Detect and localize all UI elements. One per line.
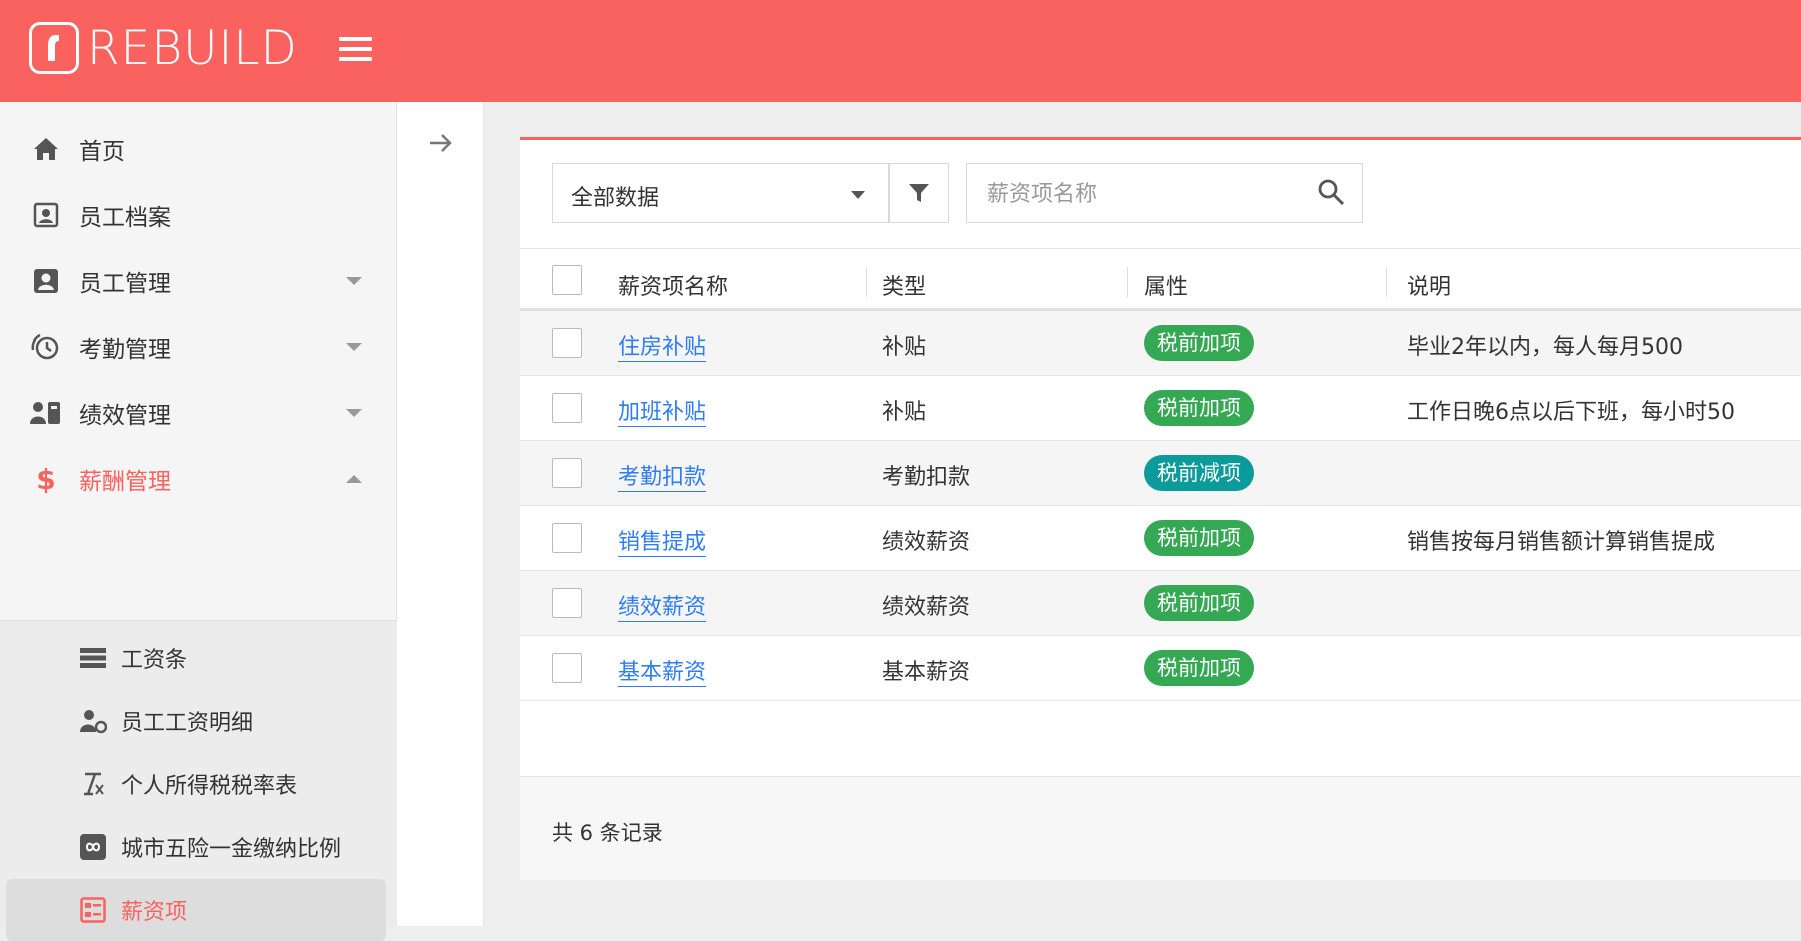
sidebar-item-label: 薪酬管理 xyxy=(79,469,171,495)
row-checkbox[interactable] xyxy=(552,653,582,683)
subitem-insurance-ratio[interactable]: 城市五险一金缴纳比例 xyxy=(0,816,397,878)
type-cell: 考勤扣款 xyxy=(882,465,971,490)
brand-name: REBUILD xyxy=(87,20,298,76)
formula-icon xyxy=(78,769,108,799)
table-row[interactable]: 考勤扣款 考勤扣款 税前减项 xyxy=(520,441,1801,506)
subitem-payslip[interactable]: 工资条 xyxy=(0,627,397,689)
main-panel: 全部数据 薪资项名称 类型 属性 说明 住房补贴 补贴 税前加 xyxy=(520,137,1801,880)
column-header-attribute[interactable]: 属性 xyxy=(1144,269,1188,301)
subitem-label: 工资条 xyxy=(121,648,188,673)
attribute-badge: 税前加项 xyxy=(1144,585,1254,621)
filter-icon xyxy=(909,184,929,202)
sidebar-item-salary[interactable]: $ 薪酬管理 xyxy=(0,446,397,512)
table-row[interactable]: 基本薪资 基本薪资 税前加项 xyxy=(520,636,1801,701)
subitem-label: 城市五险一金缴纳比例 xyxy=(121,837,342,862)
sidebar-item-employee-archive[interactable]: 员工档案 xyxy=(0,182,397,248)
secondary-nav-strip xyxy=(397,102,484,926)
user-gear-icon xyxy=(78,706,108,736)
brand-logo[interactable]: REBUILD xyxy=(29,20,298,76)
row-checkbox[interactable] xyxy=(552,393,582,423)
chevron-up-icon xyxy=(346,475,362,483)
column-header-type[interactable]: 类型 xyxy=(882,269,926,301)
subitem-salary-details[interactable]: 员工工资明细 xyxy=(0,690,397,752)
chevron-down-icon xyxy=(346,277,362,285)
subitem-label: 个人所得税税率表 xyxy=(121,774,298,799)
sidebar-item-performance[interactable]: 绩效管理 xyxy=(0,380,397,446)
data-filter-value: 全部数据 xyxy=(571,186,660,211)
data-filter-select[interactable]: 全部数据 xyxy=(552,163,889,223)
type-cell: 补贴 xyxy=(882,335,927,360)
column-divider[interactable] xyxy=(866,267,867,297)
chevron-down-icon xyxy=(346,409,362,417)
top-header: REBUILD xyxy=(0,0,1801,102)
attribute-badge: 税前减项 xyxy=(1144,455,1254,491)
column-header-name[interactable]: 薪资项名称 xyxy=(618,269,728,301)
home-icon xyxy=(30,133,62,165)
record-count: 共 6 条记录 xyxy=(552,821,663,845)
sidebar-item-label: 首页 xyxy=(79,139,125,165)
list-icon xyxy=(78,643,108,673)
id-card-icon xyxy=(30,199,62,231)
sidebar: 首页 员工档案 员工管理 考勤管理 绩效管理 $ 薪酬管理 工资条 员工工资明细… xyxy=(0,102,397,941)
column-header-description[interactable]: 说明 xyxy=(1407,269,1451,301)
type-cell: 基本薪资 xyxy=(882,660,971,685)
select-all-checkbox[interactable] xyxy=(552,265,582,295)
salary-item-link[interactable]: 绩效薪资 xyxy=(618,595,707,622)
sidebar-item-label: 考勤管理 xyxy=(79,337,171,363)
subitem-label: 员工工资明细 xyxy=(121,711,254,736)
salary-item-link[interactable]: 考勤扣款 xyxy=(618,465,707,492)
alarm-clock-icon xyxy=(30,331,62,363)
row-checkbox[interactable] xyxy=(552,523,582,553)
salary-submenu: 工资条 员工工资明细 个人所得税税率表 城市五险一金缴纳比例 薪资项 xyxy=(0,620,397,941)
attribute-badge: 税前加项 xyxy=(1144,325,1254,361)
filter-button[interactable] xyxy=(889,163,949,223)
salary-item-link[interactable]: 销售提成 xyxy=(618,530,707,557)
table-row[interactable]: 住房补贴 补贴 税前加项 毕业2年以内，每人每月500 xyxy=(520,311,1801,376)
salary-item-link[interactable]: 加班补贴 xyxy=(618,400,707,427)
caret-down-icon xyxy=(851,191,865,199)
type-cell: 绩效薪资 xyxy=(882,530,971,555)
subitem-salary-items[interactable]: 薪资项 xyxy=(6,879,386,941)
column-divider[interactable] xyxy=(1386,267,1387,297)
table-footer: 共 6 条记录 xyxy=(520,776,1801,880)
description-cell: 销售按每月销售额计算销售提成 xyxy=(1407,530,1716,555)
form-icon xyxy=(78,895,108,925)
row-checkbox[interactable] xyxy=(552,458,582,488)
menu-toggle-icon[interactable] xyxy=(339,37,372,63)
salary-item-link[interactable]: 基本薪资 xyxy=(618,660,707,687)
description-cell: 毕业2年以内，每人每月500 xyxy=(1407,335,1683,360)
contact-card-icon xyxy=(30,265,62,297)
row-checkbox[interactable] xyxy=(552,588,582,618)
row-checkbox[interactable] xyxy=(552,328,582,358)
subitem-tax-rate-table[interactable]: 个人所得税税率表 xyxy=(0,753,397,815)
type-cell: 绩效薪资 xyxy=(882,595,971,620)
chevron-down-icon xyxy=(346,343,362,351)
type-cell: 补贴 xyxy=(882,400,927,425)
infinity-icon xyxy=(78,832,108,862)
table-row[interactable]: 销售提成 绩效薪资 税前加项 销售按每月销售额计算销售提成 xyxy=(520,506,1801,571)
search-box xyxy=(966,163,1363,224)
sidebar-item-attendance[interactable]: 考勤管理 xyxy=(0,314,397,380)
subitem-label: 薪资项 xyxy=(121,900,188,925)
table-row[interactable]: 绩效薪资 绩效薪资 税前加项 xyxy=(520,571,1801,636)
salary-item-link[interactable]: 住房补贴 xyxy=(618,335,707,362)
description-cell: 工作日晚6点以后下班，每小时50 xyxy=(1407,400,1735,425)
arrow-right-icon[interactable] xyxy=(425,128,455,158)
sidebar-item-label: 绩效管理 xyxy=(79,403,171,429)
logo-mark-icon xyxy=(29,22,79,74)
dollar-icon: $ xyxy=(36,462,56,496)
sidebar-item-employee-management[interactable]: 员工管理 xyxy=(0,248,397,314)
sidebar-item-label: 员工档案 xyxy=(79,205,171,231)
user-performance-icon xyxy=(30,397,62,429)
column-divider[interactable] xyxy=(1127,267,1128,297)
attribute-badge: 税前加项 xyxy=(1144,390,1254,426)
table-row[interactable]: 加班补贴 补贴 税前加项 工作日晚6点以后下班，每小时50 xyxy=(520,376,1801,441)
attribute-badge: 税前加项 xyxy=(1144,520,1254,556)
attribute-badge: 税前加项 xyxy=(1144,650,1254,686)
table-header: 薪资项名称 类型 属性 说明 xyxy=(520,248,1801,311)
sidebar-item-label: 员工管理 xyxy=(79,271,171,297)
search-input[interactable] xyxy=(967,164,1319,224)
search-icon[interactable] xyxy=(1317,178,1349,210)
sidebar-item-home[interactable]: 首页 xyxy=(0,116,397,182)
